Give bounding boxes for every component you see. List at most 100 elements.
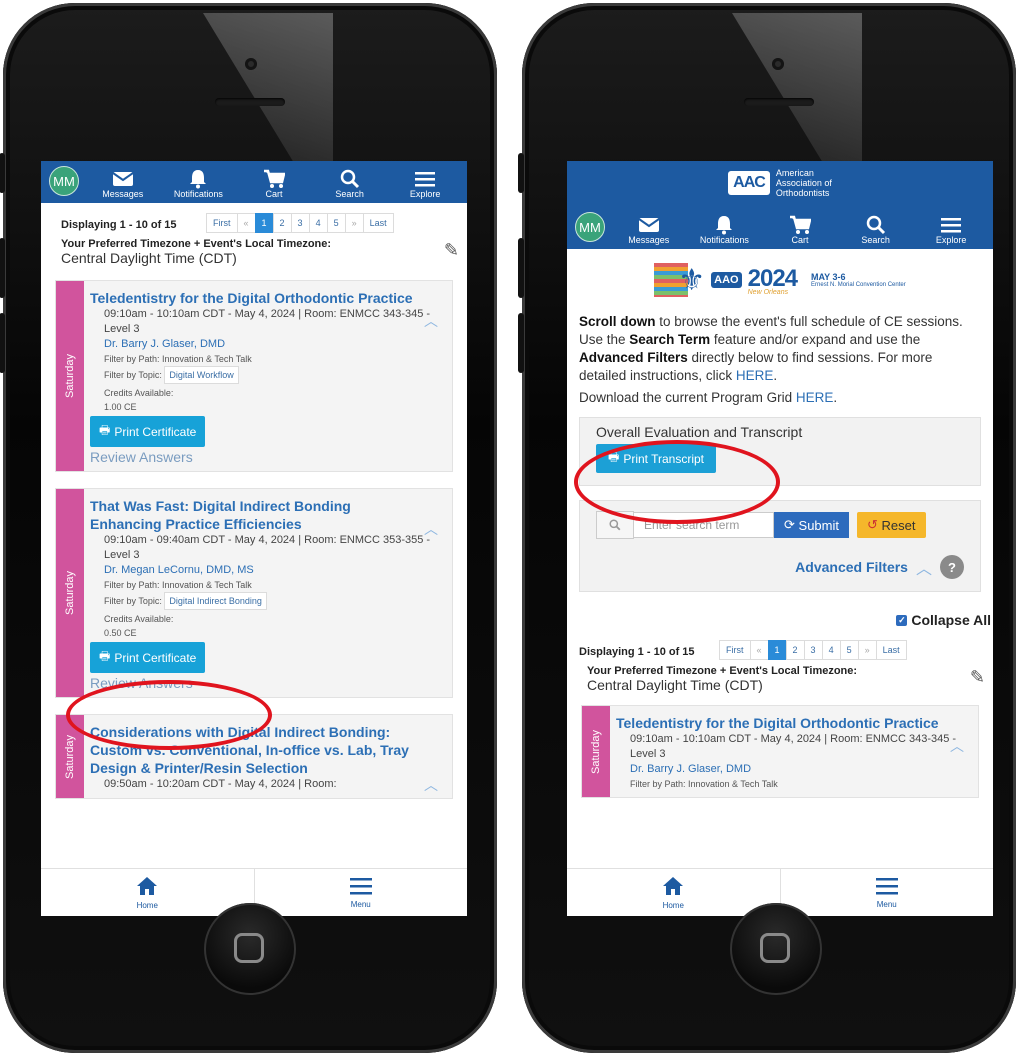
page-5[interactable]: 5 — [839, 640, 859, 660]
page-prev[interactable]: « — [236, 213, 256, 233]
page-1[interactable]: 1 — [767, 640, 787, 660]
page-first[interactable]: First — [719, 640, 751, 660]
top-nav-bar: MM Messages Notifications Cart Search Ex… — [567, 205, 993, 249]
page-last[interactable]: Last — [362, 213, 394, 233]
session-speaker[interactable]: Dr. Barry J. Glaser, DMD — [104, 338, 225, 350]
page-4[interactable]: 4 — [821, 640, 841, 660]
review-answers-link[interactable]: Review Answers — [90, 449, 444, 465]
page-2[interactable]: 2 — [785, 640, 805, 660]
avatar[interactable]: MM — [575, 212, 605, 242]
nav-cart-label: Cart — [265, 189, 283, 199]
collapse-all-toggle[interactable]: ✓ Collapse All — [567, 592, 991, 628]
tab-home[interactable]: Home — [567, 869, 780, 916]
search-icon — [340, 169, 360, 189]
page-next[interactable]: » — [344, 213, 364, 233]
day-label: Saturday — [64, 734, 76, 779]
avatar[interactable]: MM — [49, 166, 79, 196]
tab-menu[interactable]: Menu — [253, 869, 468, 916]
session-title[interactable]: Teledentistry for the Digital Orthodonti… — [90, 289, 444, 307]
credits-value: 1.00 CE — [104, 402, 137, 412]
program-grid-link[interactable]: HERE — [796, 390, 834, 405]
timezone-block: Your Preferred Timezone + Event's Local … — [567, 659, 993, 693]
front-camera — [772, 58, 784, 70]
intro-text-run: feature and/or expand and use the — [710, 332, 921, 347]
advanced-filters-toggle[interactable]: Advanced Filters — [795, 559, 908, 575]
nav-messages-label: Messages — [628, 235, 670, 245]
intro-bold: Advanced Filters — [579, 350, 688, 365]
pagination: First « 1 2 3 4 5 » Last — [719, 640, 959, 660]
home-button — [204, 903, 296, 995]
page-last[interactable]: Last — [875, 640, 907, 660]
tab-menu[interactable]: Menu — [779, 869, 994, 916]
chevron-up-icon[interactable]: ︿ — [424, 775, 438, 795]
topic-tag[interactable]: Digital Workflow — [164, 366, 239, 384]
session-path: Filter by Path: Innovation & Tech Talk — [104, 580, 252, 590]
nav-search[interactable]: Search — [312, 169, 388, 203]
page-4[interactable]: 4 — [308, 213, 328, 233]
page-5[interactable]: 5 — [326, 213, 346, 233]
submit-button[interactable]: ⟳ Submit — [774, 512, 849, 538]
page-2[interactable]: 2 — [272, 213, 292, 233]
page-first[interactable]: First — [206, 213, 238, 233]
pencil-icon[interactable]: ✎ — [444, 240, 459, 261]
pencil-icon[interactable]: ✎ — [970, 667, 985, 688]
nav-messages[interactable]: Messages — [611, 215, 687, 249]
nav-explore[interactable]: Explore — [913, 215, 989, 249]
nav-notifications[interactable]: Notifications — [161, 169, 237, 203]
nav-explore[interactable]: Explore — [387, 169, 463, 203]
reset-button[interactable]: ↺ Reset — [857, 512, 926, 538]
menu-icon — [875, 877, 898, 900]
brand-line: Association of — [775, 178, 832, 188]
topic-tag[interactable]: Digital Indirect Bonding — [164, 592, 267, 610]
page-1[interactable]: 1 — [254, 213, 274, 233]
page-next[interactable]: » — [857, 640, 877, 660]
checkbox-checked-icon[interactable]: ✓ — [896, 614, 908, 626]
chevron-up-icon[interactable]: ︿ — [424, 311, 438, 331]
aao-logo[interactable]: AAC — [728, 171, 770, 195]
nav-cart[interactable]: Cart — [762, 215, 838, 249]
cart-icon — [789, 215, 811, 235]
nav-search[interactable]: Search — [838, 215, 914, 249]
session-title[interactable]: Teledentistry for the Digital Orthodonti… — [616, 714, 970, 732]
screen-glare — [203, 13, 333, 163]
page-prev[interactable]: « — [749, 640, 769, 660]
intro-text-run: . — [833, 390, 838, 405]
volume-up-button — [518, 238, 524, 298]
chevron-up-icon[interactable]: ︿ — [950, 736, 964, 756]
nav-notifications[interactable]: Notifications — [687, 215, 763, 249]
chevron-up-icon[interactable]: ︿ — [916, 555, 932, 579]
menu-icon — [941, 215, 962, 235]
nav-cart[interactable]: Cart — [236, 169, 312, 203]
session-card: Saturday Teledentistry for the Digital O… — [55, 280, 453, 472]
earpiece-speaker — [744, 98, 814, 106]
session-time-room: 09:10am - 09:40am CDT - May 4, 2024 | Ro… — [104, 534, 431, 561]
envelope-icon — [112, 169, 134, 189]
pagination: First « 1 2 3 4 5 » Last — [206, 213, 446, 233]
session-speaker[interactable]: Dr. Barry J. Glaser, DMD — [630, 763, 751, 775]
tab-home[interactable]: Home — [41, 869, 254, 916]
credits-label: Credits Available: — [104, 388, 174, 398]
session-time-room: 09:50am - 10:20am CDT - May 4, 2024 | Ro… — [104, 778, 337, 790]
print-certificate-button[interactable]: 🖶 Print Certificate — [90, 416, 206, 447]
pagination-row: Displaying 1 - 10 of 15 First « 1 2 3 4 … — [41, 203, 467, 233]
instructions-link[interactable]: HERE — [736, 368, 774, 383]
day-ribbon: Saturday — [56, 281, 84, 471]
print-certificate-button[interactable]: 🖶 Print Certificate — [90, 642, 206, 673]
highlight-circle — [66, 680, 272, 750]
brand-line: Orthodontists — [775, 188, 830, 198]
chevron-up-icon[interactable]: ︿ — [424, 519, 438, 539]
mute-switch — [0, 153, 5, 193]
search-icon — [866, 215, 886, 235]
topic-label: Filter by Topic: — [104, 596, 162, 606]
page-3[interactable]: 3 — [290, 213, 310, 233]
nav-notifications-label: Notifications — [699, 235, 749, 245]
intro-text: Scroll down to browse the event's full s… — [567, 305, 993, 385]
nav-messages[interactable]: Messages — [85, 169, 161, 203]
help-icon[interactable]: ? — [940, 555, 964, 579]
session-card: Saturday Teledentistry for the Digital O… — [581, 705, 979, 798]
fleur-de-lis-icon: ⚜ — [678, 263, 706, 297]
day-label: Saturday — [590, 729, 602, 774]
session-title[interactable]: That Was Fast: Digital Indirect Bonding … — [90, 497, 444, 533]
page-3[interactable]: 3 — [803, 640, 823, 660]
session-speaker[interactable]: Dr. Megan LeCornu, DMD, MS — [104, 564, 254, 576]
